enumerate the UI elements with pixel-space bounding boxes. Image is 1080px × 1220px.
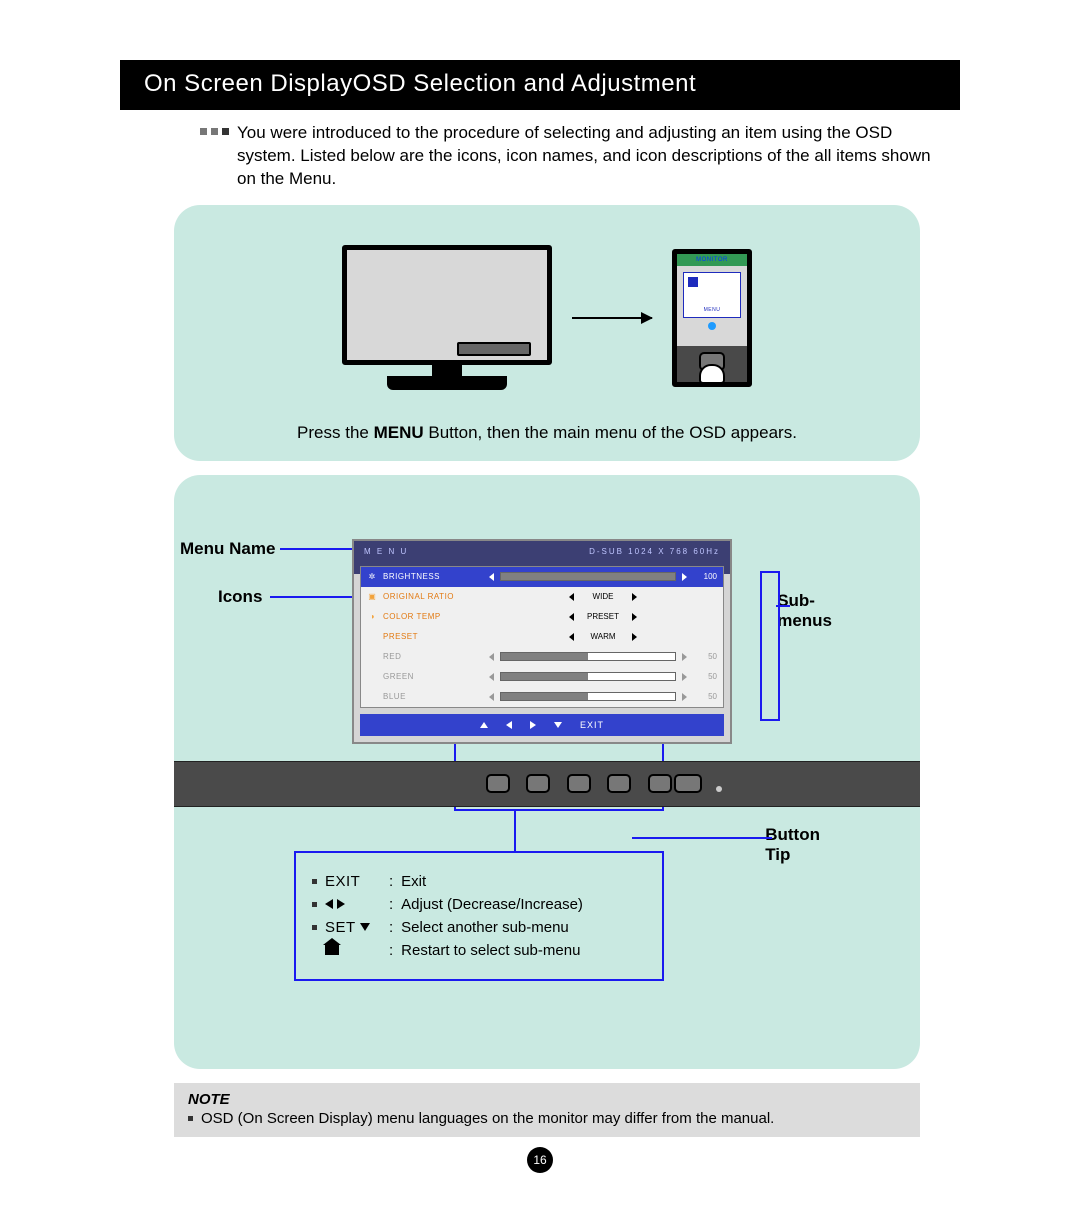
osd-row: BLUE 50 [361, 687, 723, 707]
tip-exit-value: Exit [401, 873, 426, 890]
row-value: PRESET [580, 612, 626, 621]
row-control [489, 672, 687, 681]
osd-row: ✲ BRIGHTNESS 100 [361, 567, 723, 587]
button-tip-box: EXIT : Exit : Adjust (Decrease/Increase)… [294, 851, 664, 981]
osd-row: RED 50 [361, 647, 723, 667]
row-value: 50 [693, 672, 717, 681]
callout-button-tip: ButtonTip [765, 825, 820, 865]
row-value: 50 [693, 692, 717, 701]
row-control: WARM [489, 632, 717, 641]
row-control: WIDE [489, 592, 717, 601]
row-icon: ◑ [367, 612, 377, 621]
power-led-icon [716, 786, 722, 792]
row-value: WIDE [580, 592, 626, 601]
tip-exit-key: EXIT [325, 873, 381, 890]
tip-restart-value: Restart to select sub-menu [401, 942, 580, 959]
monitor-bezel [174, 761, 920, 807]
grid-icon [688, 277, 698, 287]
home-icon [325, 945, 339, 955]
triangle-right-icon [337, 899, 345, 909]
intro-paragraph: You were introduced to the procedure of … [120, 110, 960, 201]
hardware-button-icon [607, 774, 631, 793]
tip-adjust-value: Adjust (Decrease/Increase) [401, 896, 583, 913]
osd-window: M E N U D-SUB 1024 X 768 60Hz ✲ BRIGHTNES… [352, 539, 732, 744]
finger-press-icon [699, 364, 725, 384]
row-value: WARM [580, 632, 626, 641]
osd-row: GREEN 50 [361, 667, 723, 687]
osd-menu-label: M E N U [364, 547, 408, 556]
hardware-button-icon [526, 774, 550, 793]
monitor-button-row-icon [457, 342, 531, 356]
callout-menu-name: Menu Name [180, 539, 275, 559]
monitor-zoom-illustration: MONITOR MENU [672, 249, 752, 387]
row-name: PRESET [383, 632, 483, 641]
note-text: OSD (On Screen Display) menu languages o… [201, 1110, 774, 1127]
row-name: GREEN [383, 672, 483, 681]
row-name: BRIGHTNESS [383, 572, 483, 581]
panel-press-menu: MONITOR MENU Press the MENU Button, then… [174, 205, 920, 461]
press-instruction: Press the MENU Button, then the main men… [196, 423, 898, 443]
arrow-left-icon [506, 721, 512, 729]
indicator-dot-icon [708, 322, 716, 330]
note-heading: NOTE [188, 1091, 906, 1108]
row-control [489, 652, 687, 661]
row-value: 100 [693, 572, 717, 581]
row-name: BLUE [383, 692, 483, 701]
row-icon: ▣ [367, 592, 377, 601]
triangle-down-icon [360, 923, 370, 931]
hardware-button-icon [486, 774, 510, 793]
row-name: ORIGINAL RATIO [383, 592, 483, 601]
osd-footer-controls: EXIT [360, 714, 724, 736]
arrow-down-icon [554, 722, 562, 728]
osd-exit-label: EXIT [580, 720, 604, 730]
monitor-illustration [342, 245, 552, 390]
callout-icons: Icons [218, 587, 262, 607]
row-value: 50 [693, 652, 717, 661]
row-control [489, 692, 687, 701]
arrow-icon [572, 317, 652, 319]
zoom-menu-label: MENU [688, 307, 736, 313]
hardware-button-icon [567, 774, 591, 793]
arrow-up-icon [480, 722, 488, 728]
row-control: PRESET [489, 612, 717, 621]
row-name: RED [383, 652, 483, 661]
row-icon: ✲ [367, 572, 377, 581]
osd-row: PRESET WARM [361, 627, 723, 647]
row-control [489, 572, 687, 581]
note-block: NOTE OSD (On Screen Display) menu langua… [174, 1083, 920, 1137]
callout-submenus: Sub-menus [777, 591, 832, 631]
zoom-header: MONITOR [677, 254, 747, 266]
osd-row: ▣ ORIGINAL RATIO WIDE [361, 587, 723, 607]
triangle-left-icon [325, 899, 333, 909]
row-name: COLOR TEMP [383, 612, 483, 621]
osd-signal-info: D-SUB 1024 X 768 60Hz [589, 547, 720, 556]
hardware-button-icon [674, 774, 702, 793]
panel-osd-layout: Menu Name Icons Sub-menus ButtonTip M E … [174, 475, 920, 1069]
tip-set-value: Select another sub-menu [401, 919, 569, 936]
osd-row: ◑ COLOR TEMP PRESET [361, 607, 723, 627]
page-title: On Screen DisplayOSD Selection and Adjus… [120, 60, 960, 110]
page-number: 16 [527, 1147, 553, 1173]
arrow-right-icon [530, 721, 536, 729]
intro-bullets-icon [200, 122, 229, 135]
